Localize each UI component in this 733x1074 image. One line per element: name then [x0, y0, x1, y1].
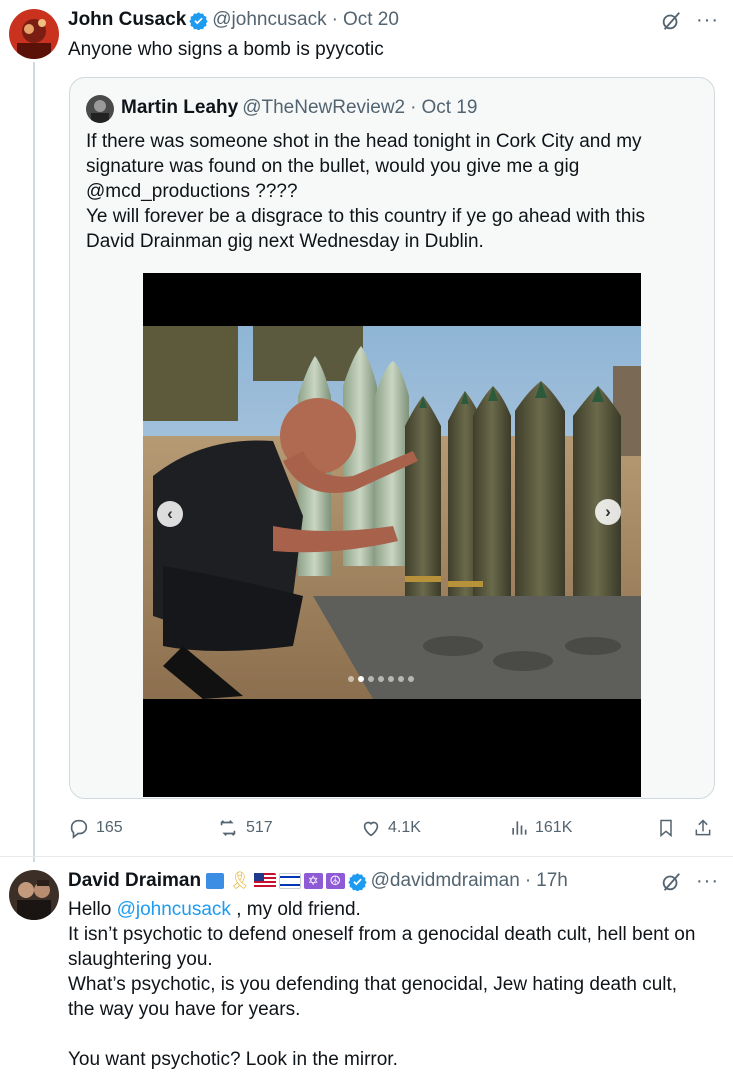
greeting-text: Hello	[68, 899, 117, 920]
repost-count: 517	[246, 819, 273, 836]
views-button[interactable]: 161K	[509, 817, 572, 839]
heart-icon	[363, 821, 379, 837]
reply-button[interactable]: 165	[68, 817, 123, 839]
greeting-text: , my old friend.	[230, 899, 361, 920]
quote-line: @mcd_productions ????	[86, 181, 298, 202]
more-options-icon[interactable]: ···	[696, 870, 719, 893]
quote-media[interactable]: ‹ ›	[143, 273, 641, 797]
author-name[interactable]: David Draiman	[68, 870, 201, 892]
separator-dot: ·	[331, 9, 338, 30]
carousel-dot[interactable]	[388, 676, 394, 682]
tweet-text: Anyone who signs a bomb is pyycotic	[68, 39, 384, 60]
tweet-line: You want psychotic? Look in the mirror.	[68, 1049, 398, 1070]
repost-button[interactable]: 517	[216, 817, 273, 839]
tweet-line: It isn’t psychotic to defend oneself fro…	[68, 924, 696, 945]
tweet-top-icons: ···	[660, 9, 719, 32]
israel-flag-emoji	[278, 873, 301, 889]
quote-author-handle[interactable]: @TheNewReview2	[242, 97, 405, 119]
avatar-john-cusack[interactable]	[9, 9, 59, 59]
media-prev-button[interactable]: ‹	[157, 501, 183, 527]
tweet-david-draiman[interactable]: David Draiman 🎗 ✡ ☮ @davidmdraiman · 17h…	[0, 857, 733, 1074]
like-button[interactable]: 4.1K	[360, 817, 421, 839]
quote-text: If there was someone shot in the head to…	[86, 129, 706, 254]
carousel-dot-active[interactable]	[358, 676, 364, 682]
thread-line	[33, 62, 35, 862]
carousel-dot[interactable]	[378, 676, 384, 682]
us-flag-emoji	[253, 873, 276, 889]
media-next-button[interactable]: ›	[595, 499, 621, 525]
share-button[interactable]	[693, 817, 719, 839]
author-handle[interactable]: @davidmdraiman	[371, 870, 520, 892]
grok-icon[interactable]	[660, 10, 682, 32]
share-icon	[695, 819, 711, 836]
avatar-david-draiman[interactable]	[9, 870, 59, 920]
reply-icon	[70, 819, 88, 839]
separator-dot: ·	[410, 97, 417, 118]
quote-line: If there was someone shot in the head to…	[86, 131, 642, 152]
ribbon-emoji: 🎗	[229, 871, 251, 890]
grok-icon[interactable]	[660, 871, 682, 893]
tweet-header: John Cusack @johncusack · Oct 20	[68, 9, 399, 31]
tweet-line: What’s psychotic, is you defending that …	[68, 974, 678, 995]
tweet-time[interactable]: 17h	[536, 870, 568, 892]
tweet-line: the way you have for years.	[68, 999, 301, 1020]
more-options-icon[interactable]: ···	[696, 9, 719, 32]
like-count: 4.1K	[388, 819, 421, 836]
separator-dot: ·	[524, 870, 532, 891]
quote-author-name[interactable]: Martin Leahy	[121, 97, 238, 119]
tweet-line: slaughtering you.	[68, 949, 213, 970]
artillery-shells-photo	[143, 326, 641, 699]
views-count: 161K	[535, 819, 573, 836]
bookmark-button[interactable]	[656, 817, 682, 839]
blue-square-emoji	[206, 873, 225, 889]
quote-line: David Drainman gig next Wednesday in Dub…	[86, 231, 484, 252]
carousel-dot[interactable]	[398, 676, 404, 682]
avatar-martin-leahy[interactable]	[86, 95, 114, 123]
quote-line: Ye will forever be a disgrace to this co…	[86, 206, 646, 227]
carousel-dot[interactable]	[368, 676, 374, 682]
tweet-top-icons: ···	[660, 870, 719, 893]
peace-emoji: ☮	[325, 873, 345, 889]
carousel-dots	[348, 676, 414, 682]
reply-count: 165	[96, 819, 123, 836]
mention-link[interactable]: @johncusack	[117, 899, 231, 920]
star-of-david-emoji: ✡	[303, 873, 323, 889]
verified-badge-icon	[189, 11, 208, 30]
quote-header: Martin Leahy @TheNewReview2 · Oct 19	[121, 97, 477, 119]
tweet-line	[68, 1022, 728, 1047]
views-icon	[512, 821, 527, 835]
repost-icon	[220, 820, 236, 836]
author-name[interactable]: John Cusack	[68, 9, 186, 31]
tweet-line: Hello @johncusack , my old friend.	[68, 897, 728, 922]
bookmark-icon	[660, 819, 672, 838]
tweet-date[interactable]: Oct 20	[343, 9, 399, 31]
tweet-text: Hello @johncusack , my old friend. It is…	[68, 897, 728, 1072]
quote-date[interactable]: Oct 19	[421, 97, 477, 119]
tweet-header: David Draiman 🎗 ✡ ☮ @davidmdraiman · 17h	[68, 870, 568, 892]
tweet-action-bar: 165 517 4.1K 161K	[0, 815, 733, 841]
tweet-john-cusack[interactable]: John Cusack @johncusack · Oct 20 ··· Any…	[0, 0, 733, 862]
quote-line: signature was found on the bullet, would…	[86, 156, 580, 177]
carousel-dot[interactable]	[408, 676, 414, 682]
author-handle[interactable]: @johncusack	[212, 9, 326, 31]
verified-badge-icon	[347, 872, 367, 891]
carousel-dot[interactable]	[348, 676, 354, 682]
